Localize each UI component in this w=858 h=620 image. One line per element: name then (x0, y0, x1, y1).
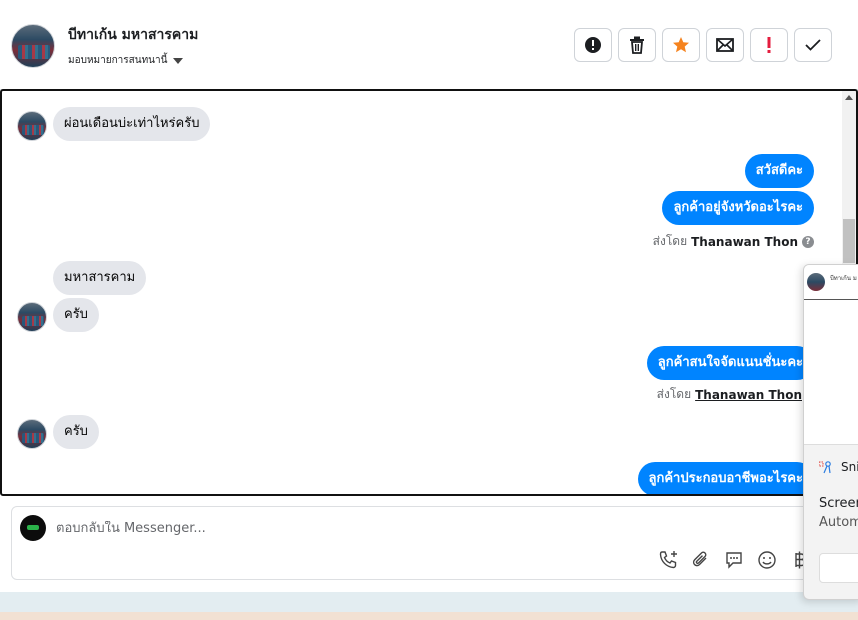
important-button[interactable] (750, 28, 788, 62)
envelope-icon (716, 38, 734, 52)
composer-toolbar (657, 549, 810, 570)
outgoing-message: สวัสดีคะ (744, 154, 814, 188)
reply-input[interactable] (56, 521, 656, 536)
outgoing-message: ลูกค้าสนใจจัดแนนชั่นะคะ (646, 346, 814, 380)
snipping-tool-notification[interactable]: บีทาเก้น ม Sni Screen Autom (803, 264, 858, 600)
conversation-header: บีทาเก้น มหาสารคาม มอบหมายการสนทนานี้ (0, 0, 858, 90)
sent-by-name[interactable]: Thanawan Thon (691, 235, 798, 249)
taskbar-edge (0, 612, 858, 620)
chat-bubble-icon (725, 551, 742, 569)
sent-by-prefix: ส่งโดย (652, 234, 688, 248)
mark-unread-button[interactable] (706, 28, 744, 62)
attach-file-button[interactable] (690, 549, 711, 570)
page-footer-strip (0, 592, 858, 614)
saved-replies-button[interactable] (723, 549, 744, 570)
sent-by-label: ส่งโดย Thanawan Thon (657, 385, 802, 404)
thumbnail-title: บีทาเก้น ม (830, 275, 857, 282)
thumbnail-divider (804, 299, 858, 300)
snipping-tool-icon (818, 460, 833, 474)
assign-label: มอบหมายการสนทนานี้ (68, 55, 168, 66)
message-thread[interactable]: ผ่อนเดือนบ่ะเท่าไหร่ครับ สวัสดีคะ ลูกค้า… (0, 89, 858, 496)
conversation-actions (574, 28, 832, 62)
incoming-message: มหาสารคาม (53, 261, 147, 295)
contact-avatar[interactable] (11, 24, 55, 68)
contact-avatar-small[interactable] (17, 111, 47, 141)
assign-conversation-dropdown[interactable]: มอบหมายการสนทนานี้ (68, 53, 184, 68)
incoming-message: ผ่อนเดือนบ่ะเท่าไหร่ครับ (53, 107, 211, 141)
contact-name[interactable]: บีทาเก้น มหาสารคาม (68, 24, 198, 46)
snip-subtitle: Autom (819, 515, 858, 530)
alert-circle-icon (585, 37, 601, 53)
call-request-button[interactable] (657, 549, 678, 570)
sent-by-prefix: ส่งโดย (656, 387, 692, 401)
star-button[interactable] (662, 28, 700, 62)
help-icon[interactable]: ? (802, 235, 814, 248)
snip-title: Screen (819, 496, 858, 511)
star-icon (673, 37, 689, 53)
messenger-inbox-window: บีทาเก้น มหาสารคาม มอบหมายการสนทนานี้ ผ่… (0, 0, 858, 620)
emoji-button[interactable] (756, 549, 777, 570)
screenshot-thumbnail[interactable]: บีทาเก้น ม (804, 265, 858, 445)
thumbnail-avatar (807, 273, 825, 291)
snip-app-label: Sni (818, 460, 858, 474)
caret-down-icon (173, 57, 184, 64)
phone-plus-icon (659, 550, 677, 568)
trash-icon (630, 36, 644, 54)
page-avatar (20, 515, 46, 541)
scroll-thumb[interactable] (843, 219, 855, 263)
exclamation-icon (767, 37, 771, 53)
done-button[interactable] (794, 28, 832, 62)
outgoing-message: ลูกค้าประกอบอาชีพอะไรคะ (637, 462, 814, 494)
sent-by-name[interactable]: Thanawan Thon (695, 388, 802, 402)
scroll-up-arrow-icon[interactable] (845, 95, 853, 100)
contact-avatar-small[interactable] (17, 302, 47, 332)
snip-app-name: Sni (841, 460, 858, 474)
smiley-icon (757, 550, 776, 569)
incoming-message: ครับ (53, 298, 99, 332)
delete-button[interactable] (618, 28, 656, 62)
paperclip-icon (692, 551, 706, 566)
incoming-message: ครับ (53, 415, 99, 449)
sent-by-label: ส่งโดย Thanawan Thon ? (653, 232, 814, 251)
reply-composer (11, 506, 848, 580)
contact-avatar-small[interactable] (17, 419, 47, 449)
mark-spam-button[interactable] (574, 28, 612, 62)
check-icon (805, 39, 821, 51)
snip-action-button[interactable] (819, 553, 858, 583)
outgoing-message: ลูกค้าอยู่จังหวัดอะไรคะ (662, 191, 814, 225)
